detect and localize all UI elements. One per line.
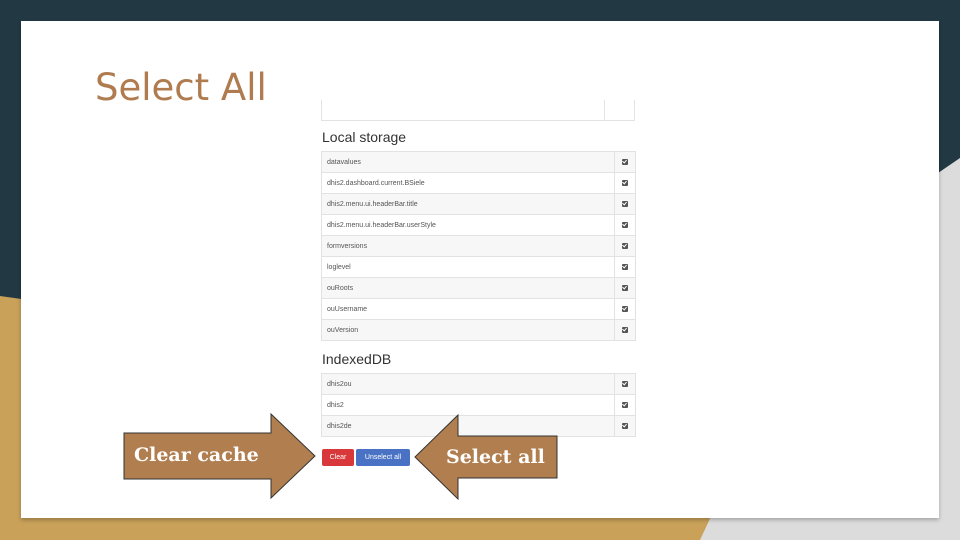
checkbox-cell [614,172,636,194]
checkbox-cell [614,298,636,320]
storage-key: formversions [321,235,615,257]
select-checkbox[interactable] [622,422,628,429]
previous-table-stub [321,100,635,121]
select-checkbox[interactable] [622,380,628,387]
checkbox-cell [614,193,636,215]
checkbox-cell [614,394,636,416]
storage-key: dhis2 [321,394,615,416]
indexeddb-heading: IndexedDB [322,351,392,367]
clear-cache-label: Clear cache [134,444,259,466]
storage-key: loglevel [321,256,615,278]
table-row: datavalues [321,151,636,173]
select-checkbox[interactable] [622,158,628,165]
table-row: ouRoots [321,277,636,299]
storage-key: dhis2ou [321,373,615,395]
storage-key: dhis2.menu.ui.headerBar.userStyle [321,214,615,236]
clear-button[interactable]: Clear [322,449,354,466]
select-checkbox[interactable] [622,200,628,207]
select-checkbox[interactable] [622,263,628,270]
select-checkbox[interactable] [622,242,628,249]
local-storage-heading: Local storage [322,129,407,145]
table-row: dhis2ou [321,373,636,395]
checkbox-cell [614,256,636,278]
storage-key: ouVersion [321,319,615,341]
checkbox-cell [614,415,636,437]
select-checkbox[interactable] [622,284,628,291]
storage-key: dhis2.menu.ui.headerBar.title [321,193,615,215]
table-row: ouUsername [321,298,636,320]
checkbox-cell [614,151,636,173]
storage-key: ouUsername [321,298,615,320]
select-checkbox[interactable] [622,179,628,186]
table-row: dhis2.menu.ui.headerBar.userStyle [321,214,636,236]
table-row: dhis2.dashboard.current.BSiele [321,172,636,194]
checkbox-cell [614,277,636,299]
storage-key: datavalues [321,151,615,173]
checkbox-cell [614,214,636,236]
slide-title: Select All [95,66,267,109]
local-storage-table: datavalues dhis2.dashboard.current.BSiele… [321,151,636,341]
table-row: dhis2 [321,394,636,416]
storage-key: ouRoots [321,277,615,299]
checkbox-cell [614,235,636,257]
select-checkbox[interactable] [622,326,628,333]
table-row: loglevel [321,256,636,278]
select-checkbox[interactable] [622,401,628,408]
table-row: formversions [321,235,636,257]
select-checkbox[interactable] [622,221,628,228]
select-checkbox[interactable] [622,305,628,312]
checkbox-cell [614,373,636,395]
storage-key: dhis2.dashboard.current.BSiele [321,172,615,194]
table-row: dhis2.menu.ui.headerBar.title [321,193,636,215]
unselect-all-button[interactable]: Unselect all [356,449,410,466]
select-all-label: Select all [446,446,545,468]
table-row: ouVersion [321,319,636,341]
checkbox-cell [614,319,636,341]
